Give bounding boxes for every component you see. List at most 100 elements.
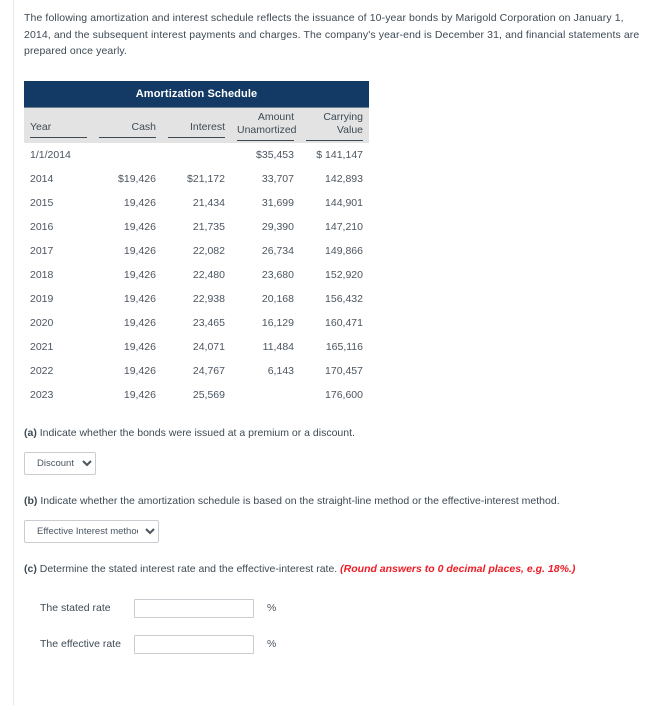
cell-carrying-value: 176,600 bbox=[325, 388, 363, 401]
cell-interest: 22,082 bbox=[192, 244, 225, 257]
cell-interest: 23,465 bbox=[192, 316, 225, 329]
question-a-body: Indicate whether the bonds were issued a… bbox=[36, 426, 355, 439]
cell-amount-unamortized: 23,680 bbox=[261, 268, 294, 281]
cell-interest: 22,480 bbox=[192, 268, 225, 281]
cell-cash: $19,426 bbox=[118, 172, 156, 185]
table-row: 2019 19,426 22,938 20,168 156,432 bbox=[24, 287, 369, 311]
column-header-cash-label: Cash bbox=[99, 121, 156, 138]
cell-carrying-value: 152,920 bbox=[325, 268, 363, 281]
cell-amount-unamortized: 33,707 bbox=[261, 172, 294, 185]
amortization-schedule-table: Amortization Schedule Year Cash Interest bbox=[24, 80, 369, 407]
cell-year: 2019 bbox=[30, 292, 54, 305]
table-row: 2015 19,426 21,434 31,699 144,901 bbox=[24, 191, 369, 215]
table-row: 2020 19,426 23,465 16,129 160,471 bbox=[24, 311, 369, 335]
content-area: The following amortization and interest … bbox=[14, 0, 656, 671]
cell-year: 2014 bbox=[30, 172, 54, 185]
question-c-text: (c) Determine the stated interest rate a… bbox=[24, 561, 648, 577]
stated-rate-label: The stated rate bbox=[40, 602, 111, 614]
cell-year: 2020 bbox=[30, 316, 54, 329]
table-title: Amortization Schedule bbox=[24, 80, 369, 108]
effective-rate-input[interactable] bbox=[134, 634, 254, 654]
question-b-block: (b) Indicate whether the amortization sc… bbox=[24, 493, 648, 543]
table-row: 2022 19,426 24,767 6,143 170,457 bbox=[24, 359, 369, 383]
cell-interest: 24,071 bbox=[192, 340, 225, 353]
cell-carrying-value: 170,457 bbox=[325, 364, 363, 377]
column-header-amount-line2: Unamortized bbox=[237, 124, 297, 141]
cell-cash bbox=[93, 143, 162, 167]
cell-year: 2015 bbox=[30, 196, 54, 209]
intro-paragraph: The following amortization and interest … bbox=[24, 12, 640, 57]
cell-year: 2022 bbox=[30, 364, 54, 377]
question-b-select-wrapper: Effective Interest methodStraight-line m… bbox=[24, 519, 648, 543]
cell-cash: 19,426 bbox=[123, 388, 156, 401]
cell-cash: 19,426 bbox=[123, 196, 156, 209]
cell-carrying-value: 142,893 bbox=[325, 172, 363, 185]
cell-cash: 19,426 bbox=[123, 220, 156, 233]
table-row: 2014 $19,426 $21,172 33,707 142,893 bbox=[24, 167, 369, 191]
column-header-year: Year bbox=[24, 107, 93, 143]
cell-cash: 19,426 bbox=[123, 244, 156, 257]
question-b-label: (b) bbox=[24, 494, 38, 507]
cell-interest: 25,569 bbox=[192, 388, 225, 401]
column-header-carrying-value: Carrying Value bbox=[300, 107, 369, 143]
question-a-text: (a) Indicate whether the bonds were issu… bbox=[24, 425, 648, 441]
cell-year: 1/1/2014 bbox=[30, 148, 71, 161]
cell-interest bbox=[162, 143, 231, 167]
table-row: 2016 19,426 21,735 29,390 147,210 bbox=[24, 215, 369, 239]
question-b-text: (b) Indicate whether the amortization sc… bbox=[24, 493, 648, 509]
column-header-cash: Cash bbox=[93, 107, 162, 143]
column-header-interest: Interest bbox=[162, 107, 231, 143]
cell-amount-unamortized: 31,699 bbox=[261, 196, 294, 209]
cell-year: 2023 bbox=[30, 388, 54, 401]
cell-year: 2017 bbox=[30, 244, 54, 257]
question-c-label: (c) bbox=[24, 562, 37, 575]
question-a-block: (a) Indicate whether the bonds were issu… bbox=[24, 425, 648, 475]
stated-rate-row: The stated rate % bbox=[24, 598, 648, 618]
effective-rate-row: The effective rate % bbox=[24, 634, 648, 654]
column-header-amount-line1: Amount bbox=[257, 110, 294, 123]
cell-interest: 24,767 bbox=[192, 364, 225, 377]
stated-rate-percent-symbol: % bbox=[267, 602, 277, 614]
table-row: 2021 19,426 24,071 11,484 165,116 bbox=[24, 335, 369, 359]
cell-carrying-value: 147,210 bbox=[325, 220, 363, 233]
cell-cash: 19,426 bbox=[123, 340, 156, 353]
table-row: 2017 19,426 22,082 26,734 149,866 bbox=[24, 239, 369, 263]
cell-carrying-value: 156,432 bbox=[325, 292, 363, 305]
cell-carrying-value: 165,116 bbox=[325, 340, 363, 353]
cell-year: 2016 bbox=[30, 220, 54, 233]
stated-rate-input[interactable] bbox=[134, 598, 254, 618]
effective-rate-percent-symbol: % bbox=[267, 638, 277, 650]
table-row: 1/1/2014 $35,453 $ 141,147 bbox=[24, 143, 369, 167]
cell-cash: 19,426 bbox=[123, 268, 156, 281]
table-row: 2018 19,426 22,480 23,680 152,920 bbox=[24, 263, 369, 287]
exercise-page: The following amortization and interest … bbox=[0, 0, 656, 705]
cell-carrying-value: 149,866 bbox=[325, 244, 363, 257]
table-column-header-row: Year Cash Interest Amount Unamortized Ca… bbox=[24, 107, 369, 143]
cell-interest: 21,735 bbox=[192, 220, 225, 233]
cell-carrying-value: 160,471 bbox=[325, 316, 363, 329]
cell-amount-unamortized bbox=[231, 383, 300, 407]
amortization-method-select[interactable]: Effective Interest methodStraight-line m… bbox=[24, 519, 159, 543]
cell-year: 2018 bbox=[30, 268, 54, 281]
cell-amount-unamortized: 11,484 bbox=[262, 340, 294, 353]
question-b-body: Indicate whether the amortization schedu… bbox=[37, 494, 560, 507]
cell-amount-unamortized: 6,143 bbox=[267, 364, 294, 377]
amortization-schedule-table-wrapper: Amortization Schedule Year Cash Interest bbox=[24, 80, 369, 407]
cell-year: 2021 bbox=[30, 340, 54, 353]
table-row: 2023 19,426 25,569 176,600 bbox=[24, 383, 369, 407]
cell-amount-unamortized: $35,453 bbox=[256, 148, 294, 161]
cell-carrying-value: $ 141,147 bbox=[316, 148, 363, 161]
cell-interest: 22,938 bbox=[192, 292, 225, 305]
cell-cash: 19,426 bbox=[123, 292, 156, 305]
question-a-label: (a) bbox=[24, 426, 37, 439]
cell-amount-unamortized: 29,390 bbox=[261, 220, 294, 233]
question-a-select-wrapper: DiscountPremium bbox=[24, 451, 648, 475]
cell-interest: 21,434 bbox=[192, 196, 225, 209]
column-header-amount-unamortized: Amount Unamortized bbox=[231, 107, 300, 143]
rate-inputs-group: The stated rate % The effective rate % bbox=[24, 598, 648, 654]
premium-or-discount-select[interactable]: DiscountPremium bbox=[24, 451, 96, 475]
column-header-year-label: Year bbox=[30, 121, 87, 138]
question-c-block: (c) Determine the stated interest rate a… bbox=[24, 561, 648, 654]
column-header-carrying-line2: Value bbox=[306, 124, 363, 141]
cell-amount-unamortized: 20,168 bbox=[261, 292, 294, 305]
